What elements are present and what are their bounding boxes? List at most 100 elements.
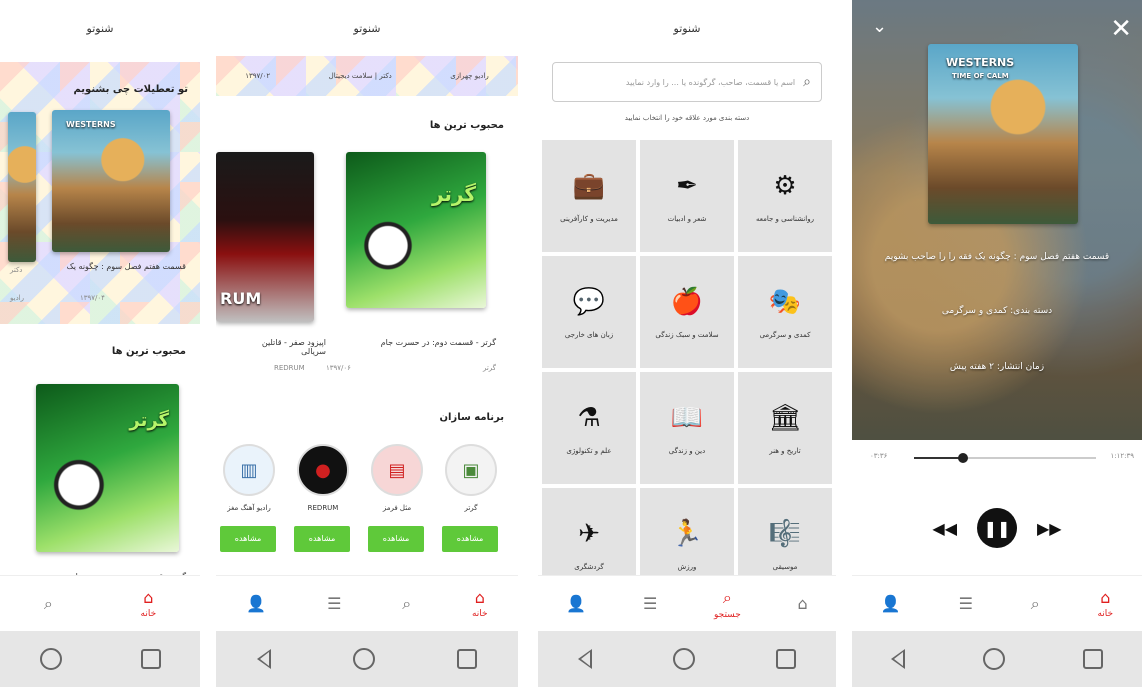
category-label: تاریخ و هنر xyxy=(769,447,801,455)
category-tile[interactable]: ⚗ علم و تکنولوژی xyxy=(542,372,636,484)
airplane-icon: ✈ xyxy=(578,519,600,549)
episode-title: قسمت هفتم فصل سوم : چگونه یک فقه را را ص… xyxy=(884,252,1110,262)
profile-icon[interactable]: 👤 xyxy=(566,594,586,613)
category-tile[interactable]: ✒ شعر و ادبیات xyxy=(640,140,734,252)
search-input[interactable]: اسم یا قسمت، صاحب، گرگونده یا ... را وار… xyxy=(552,62,822,102)
home-circle-button[interactable] xyxy=(39,648,62,670)
list-icon[interactable]: ☰ xyxy=(959,594,973,613)
briefcase-icon: 💼 xyxy=(572,171,606,201)
profile-icon[interactable]: 👤 xyxy=(881,594,901,613)
list-icon[interactable]: ☰ xyxy=(643,594,657,613)
app-nav: 👤 ☰ ⌕ ⌂ خانه xyxy=(216,575,518,631)
back-button[interactable] xyxy=(257,649,271,669)
search-placeholder: اسم یا قسمت، صاحب، گرگونده یا ... را وار… xyxy=(625,77,796,87)
nav-home-label: خانه xyxy=(1097,609,1114,619)
football-cover-title: گرتر xyxy=(129,410,169,431)
progress-track[interactable] xyxy=(914,453,1096,463)
time-elapsed: ۰۳:۳۶ xyxy=(870,452,888,460)
app-nav: 👤 ☰ ⌕ جستجو ⌂ xyxy=(538,575,836,631)
search-icon[interactable]: ⌕ xyxy=(803,74,811,90)
list-icon[interactable]: ☰ xyxy=(327,594,341,613)
nav-search[interactable]: ⌕ جستجو xyxy=(714,588,741,620)
category-label: موسیقی xyxy=(772,563,798,571)
view-button[interactable]: مشاهده xyxy=(220,526,276,552)
system-nav xyxy=(852,631,1142,687)
producer-card[interactable]: ▤ مثل فرمز مشاهده xyxy=(368,444,426,552)
search-icon[interactable]: ⌕ xyxy=(1031,594,1040,614)
book-icon: 📖 xyxy=(670,403,704,433)
home-icon: ⌂ xyxy=(1100,588,1111,607)
category-tile[interactable]: 💼 مدیریت و کارآفرینی xyxy=(542,140,636,252)
profile-icon[interactable]: 👤 xyxy=(246,594,266,613)
back-button[interactable] xyxy=(891,649,905,669)
producer-card[interactable]: ▥ رادیو آهنگ مغز مشاهده xyxy=(220,444,278,552)
app-nav: ⌕ ⌂ خانه xyxy=(0,575,200,631)
close-icon[interactable]: ✕ xyxy=(1110,14,1132,44)
recents-button[interactable] xyxy=(457,649,477,669)
nav-home[interactable]: ⌂ خانه xyxy=(1097,588,1113,619)
fast-forward-icon[interactable]: ▶▶ xyxy=(1037,519,1062,538)
apple-icon: 🍎 xyxy=(670,287,704,317)
nav-home[interactable]: ⌂ خانه xyxy=(472,588,488,619)
category-tile[interactable]: 📖 دین و زندگی xyxy=(640,372,734,484)
app-title: شنوتو xyxy=(538,0,836,56)
home-icon[interactable]: ⌂ xyxy=(797,594,807,613)
top-banner[interactable]: ۱۳۹۷/۰۲ دکتر | سلامت دیجیتال رادیو چهراز… xyxy=(216,56,518,96)
category-label: زبان های خارجی xyxy=(564,331,614,339)
banner-left-tag: دکتر xyxy=(10,266,23,274)
screen-search: شنوتو اسم یا قسمت، صاحب، گرگونده یا ... … xyxy=(538,0,836,687)
progress-bar[interactable]: ۰۳:۳۶ ۱:۱۲:۳۹ xyxy=(852,446,1142,470)
cover-subtitle: TIME OF CALM xyxy=(952,72,1009,80)
producer-card[interactable]: ● REDRUM مشاهده xyxy=(294,444,352,552)
item-sub: گرتر xyxy=(482,364,496,372)
view-button[interactable]: مشاهده xyxy=(294,526,350,552)
category-label: علم و تکنولوژی xyxy=(566,447,612,455)
brain-icon: ⚙ xyxy=(773,171,797,201)
chevron-down-icon[interactable]: ⌄ xyxy=(872,16,887,37)
nav-home-label: خانه xyxy=(471,609,488,619)
category-label: مدیریت و کارآفرینی xyxy=(560,215,618,223)
view-button[interactable]: مشاهده xyxy=(368,526,424,552)
progress-thumb[interactable] xyxy=(958,453,969,463)
category-label: شعر و ادبیات xyxy=(667,215,707,223)
recents-button[interactable] xyxy=(775,649,796,669)
system-nav xyxy=(216,631,518,687)
football-cover[interactable]: گرتر xyxy=(36,384,179,552)
mask-icon: 🎭 xyxy=(768,287,802,317)
search-icon[interactable]: ⌕ xyxy=(44,594,53,614)
category-tile[interactable]: 🏛 تاریخ و هنر xyxy=(738,372,832,484)
recents-button[interactable] xyxy=(1083,649,1103,669)
search-icon[interactable]: ⌕ xyxy=(402,594,411,614)
producer-name: مثل فرمز xyxy=(382,504,412,512)
back-button[interactable] xyxy=(578,649,593,669)
nav-home[interactable]: ⌂ خانه xyxy=(141,588,157,619)
banner-item: دکتر | سلامت دیجیتال xyxy=(328,72,392,80)
recents-button[interactable] xyxy=(140,649,161,669)
popular-title: محبوب ترین ها xyxy=(111,346,186,357)
pause-button[interactable]: ❚❚ xyxy=(977,508,1017,548)
category-tile[interactable]: ⚙ روانشناسی و جامعه xyxy=(738,140,832,252)
nav-home-label: خانه xyxy=(140,609,157,619)
system-nav xyxy=(538,631,836,687)
nav-search-label: جستجو xyxy=(713,609,741,620)
episode-category: دسته بندی: کمدی و سرگرمی xyxy=(941,306,1053,316)
football-cover[interactable]: گرتر xyxy=(346,152,486,308)
producer-card[interactable]: ▣ گرتر مشاهده xyxy=(442,444,500,552)
category-tile[interactable]: 💬 زبان های خارجی xyxy=(542,256,636,368)
featured-banner[interactable]: تو تعطیلات چی بشنویم WESTERNS قسمت هفتم … xyxy=(0,62,200,324)
redrum-cover[interactable]: RUM xyxy=(216,152,314,322)
item-title: گرتر - قسمت دوم: در حسرت جام xyxy=(380,338,496,347)
home-circle-button[interactable] xyxy=(672,648,695,670)
progress-fill xyxy=(914,457,964,459)
rewind-icon[interactable]: ◀◀ xyxy=(932,519,957,538)
system-nav xyxy=(0,631,200,687)
home-circle-button[interactable] xyxy=(353,648,375,670)
home-circle-button[interactable] xyxy=(983,648,1005,670)
castle-cover[interactable]: WESTERNS xyxy=(52,110,170,252)
side-cover[interactable] xyxy=(8,112,36,262)
category-tile[interactable]: 🎭 کمدی و سرگرمی xyxy=(738,256,832,368)
view-button[interactable]: مشاهده xyxy=(442,526,498,552)
item-date: ۱۳۹۷/۰۶ xyxy=(326,364,351,372)
category-tile[interactable]: 🍎 سلامت و سبک زندگی xyxy=(640,256,734,368)
screen-home: شنوتو ۱۳۹۷/۰۲ دکتر | سلامت دیجیتال رادیو… xyxy=(216,0,518,687)
